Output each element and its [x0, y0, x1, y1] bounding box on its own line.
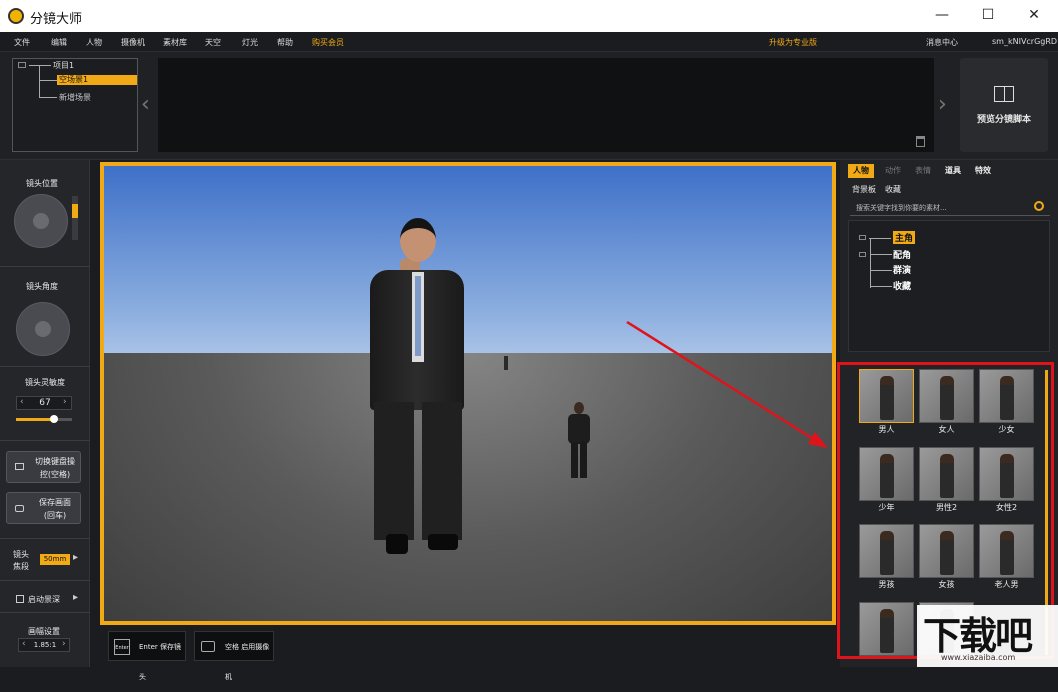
annotation-arrow — [626, 320, 828, 448]
watermark-text: 下载吧 — [923, 614, 1033, 658]
watermark: 下载吧 www.xiazaiba.com — [917, 605, 1058, 667]
watermark-url: www.xiazaiba.com — [941, 653, 1016, 662]
